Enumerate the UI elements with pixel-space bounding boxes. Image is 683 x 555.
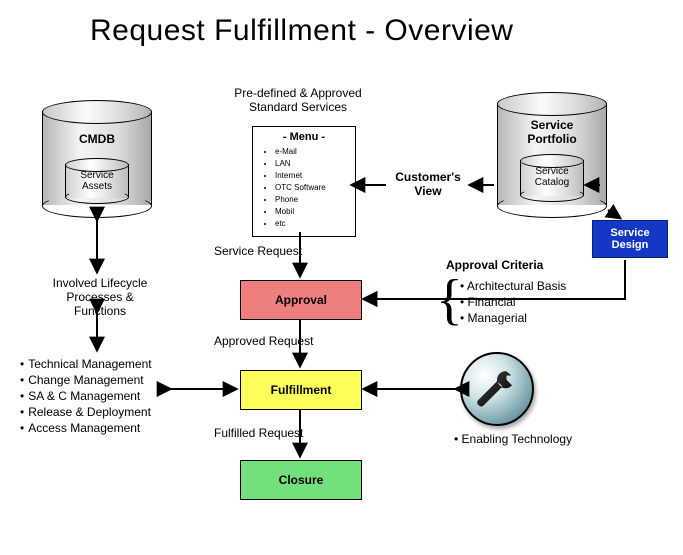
portfolio-inner-label: Service Catalog (520, 166, 584, 188)
process-item: SA & C Management (20, 388, 152, 404)
menu-item: Internet (275, 170, 347, 182)
process-item: Release & Deployment (20, 404, 152, 420)
wrench-icon (474, 366, 520, 412)
brace-icon: { (436, 272, 463, 328)
menu-heading: Pre-defined & Approved Standard Services (218, 86, 378, 114)
fulfillment-box: Fulfillment (240, 370, 362, 410)
portfolio-cylinder: Service Portfolio Service Catalog (497, 92, 607, 210)
portfolio-label: Service Portfolio (497, 118, 607, 146)
approved-request-label: Approved Request (214, 334, 313, 348)
cmdb-cylinder: CMDB Service Assets (42, 100, 152, 210)
process-item: Change Management (20, 372, 152, 388)
cmdb-label: CMDB (42, 132, 152, 146)
criteria-item: Financial (460, 294, 566, 310)
menu-item: LAN (275, 158, 347, 170)
menu-item: OTC Software (275, 182, 347, 194)
menu-list: e-MailLANInternetOTC SoftwarePhoneMobile… (261, 146, 347, 230)
menu-title: - Menu - (261, 131, 347, 143)
service-design-box: Service Design (592, 220, 668, 258)
menu-item: etc (275, 218, 347, 230)
process-item: Technical Management (20, 356, 152, 372)
approval-criteria-list: Architectural BasisFinancialManagerial (460, 278, 566, 326)
menu-box: - Menu - e-MailLANInternetOTC SoftwarePh… (252, 126, 356, 237)
fulfilled-request-label: Fulfilled Request (214, 426, 303, 440)
criteria-item: Architectural Basis (460, 278, 566, 294)
process-item: Access Management (20, 420, 152, 436)
menu-item: e-Mail (275, 146, 347, 158)
service-request-label: Service Request (214, 244, 302, 258)
page-title: Request Fulfillment - Overview (90, 14, 513, 48)
enabling-tech-sphere (460, 352, 534, 426)
approval-box: Approval (240, 280, 362, 320)
menu-item: Mobil (275, 206, 347, 218)
criteria-item: Managerial (460, 310, 566, 326)
processes-list: Technical ManagementChange ManagementSA … (20, 356, 152, 436)
customers-view-label: Customer's View (388, 170, 468, 198)
enabling-tech-label: • Enabling Technology (454, 432, 572, 446)
closure-box: Closure (240, 460, 362, 500)
menu-item: Phone (275, 194, 347, 206)
lifecycle-label: Involved Lifecycle Processes & Functions (40, 276, 160, 318)
cmdb-inner-label: Service Assets (65, 170, 129, 192)
